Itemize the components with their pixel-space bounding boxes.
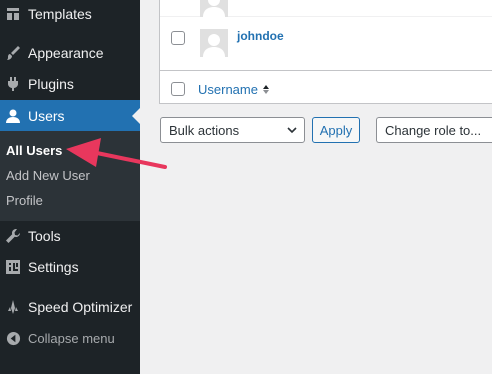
sidebar-item-label: Templates <box>28 6 92 22</box>
user-icon <box>3 106 23 126</box>
admin-sidebar: Templates Appearance Plugins Users All U… <box>0 0 140 374</box>
apply-button[interactable]: Apply <box>312 117 360 143</box>
row-checkbox[interactable] <box>171 31 185 45</box>
table-row <box>160 0 492 17</box>
sidebar-item-label: Plugins <box>28 76 74 92</box>
sidebar-item-label: Users <box>28 107 65 124</box>
table-row: johndoe <box>160 17 492 67</box>
sidebar-item-label: Tools <box>28 228 61 244</box>
table-footer: Username <box>160 70 492 105</box>
chevron-down-icon <box>286 124 298 139</box>
sidebar-item-label: Settings <box>28 259 79 275</box>
sidebar-item-speed-optimizer[interactable]: Speed Optimizer <box>0 291 140 323</box>
users-table: johndoe Username <box>159 0 492 104</box>
bulk-actions-select[interactable]: Bulk actions <box>160 117 305 143</box>
submenu-all-users[interactable]: All Users <box>6 143 62 158</box>
sidebar-item-templates[interactable]: Templates <box>0 0 140 30</box>
submenu-add-new-user[interactable]: Add New User <box>6 168 90 183</box>
sort-icon <box>262 85 269 94</box>
settings-icon <box>3 257 23 277</box>
wrench-icon <box>3 226 23 246</box>
avatar <box>200 29 228 57</box>
bulk-actions-value: Bulk actions <box>169 122 240 138</box>
sidebar-item-users[interactable]: Users <box>0 100 140 131</box>
collapse-arrow-icon <box>3 328 23 348</box>
speed-optimizer-icon <box>3 297 23 317</box>
sidebar-item-tools[interactable]: Tools <box>0 220 140 252</box>
select-all-checkbox[interactable] <box>171 82 185 96</box>
collapse-menu-label: Collapse menu <box>28 330 115 346</box>
templates-icon <box>3 4 23 24</box>
plug-icon <box>3 74 23 94</box>
username-link[interactable]: johndoe <box>237 29 284 43</box>
sidebar-item-plugins[interactable]: Plugins <box>0 68 140 100</box>
change-role-value: Change role to... <box>385 122 482 138</box>
change-role-select[interactable]: Change role to... <box>376 117 492 143</box>
submenu-profile[interactable]: Profile <box>6 193 43 208</box>
sidebar-item-label: Appearance <box>28 45 104 61</box>
avatar <box>200 0 228 17</box>
sidebar-item-settings[interactable]: Settings <box>0 251 140 283</box>
users-submenu: All Users Add New User Profile <box>0 131 140 221</box>
username-column-sort[interactable]: Username <box>198 82 269 97</box>
column-header-label: Username <box>198 82 258 97</box>
sidebar-item-appearance[interactable]: Appearance <box>0 37 140 69</box>
paintbrush-icon <box>3 43 23 63</box>
sidebar-item-label: Speed Optimizer <box>28 299 133 315</box>
collapse-menu-button[interactable]: Collapse menu <box>0 322 140 354</box>
